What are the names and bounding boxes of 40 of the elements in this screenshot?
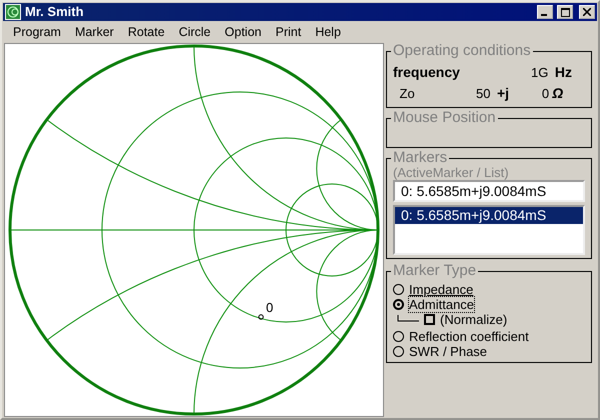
- option-label: Admittance: [409, 297, 474, 312]
- app-icon: [5, 4, 21, 20]
- list-item[interactable]: 0: 5.6585m+j9.0084mS: [395, 207, 583, 224]
- active-marker-field[interactable]: 0: 5.6585m+j9.0084mS: [393, 180, 585, 202]
- radio-button[interactable]: [393, 299, 404, 310]
- zo-real-value: 50: [476, 84, 490, 103]
- window-title: Mr. Smith: [25, 3, 85, 22]
- option-label: Reflection coefficient: [409, 329, 529, 344]
- menu-item[interactable]: Print: [268, 22, 308, 42]
- zo-imag-value: 0: [540, 84, 550, 103]
- radio-button[interactable]: [393, 331, 404, 342]
- close-icon: [583, 8, 591, 16]
- menu-item[interactable]: Help: [308, 22, 348, 42]
- menu-item[interactable]: Option: [218, 22, 268, 42]
- checkbox[interactable]: [424, 314, 435, 325]
- ohm-unit: Ω: [552, 84, 564, 103]
- zo-label: Zo: [400, 84, 416, 103]
- close-button[interactable]: [579, 5, 595, 19]
- option-label: Impedance: [409, 282, 474, 297]
- menu-item[interactable]: Rotate: [120, 22, 172, 42]
- minimize-button[interactable]: [537, 5, 553, 19]
- j-label: +j: [496, 84, 510, 103]
- marker-label: 0: [266, 300, 274, 315]
- marker-point: [258, 314, 264, 320]
- frequency-unit: Hz: [554, 63, 572, 82]
- maximize-button[interactable]: [557, 5, 573, 19]
- maximize-icon: [560, 8, 570, 16]
- radio-button[interactable]: [393, 346, 404, 357]
- radio-button[interactable]: [393, 284, 404, 295]
- group-title: Operating conditions: [391, 42, 533, 59]
- option-label: SWR / Phase: [409, 344, 488, 359]
- menu-item[interactable]: Circle: [172, 22, 218, 42]
- menu-item[interactable]: Marker: [68, 22, 121, 42]
- menu-item[interactable]: Program: [6, 22, 68, 42]
- frequency-value: 1G: [531, 64, 548, 82]
- markers-subtitle: (ActiveMarker / List): [393, 165, 510, 180]
- frequency-label: frequency: [393, 63, 461, 82]
- group-title: Marker Type: [391, 262, 478, 279]
- option-label: (Normalize): [440, 312, 508, 327]
- tree-line-icon: [397, 314, 419, 324]
